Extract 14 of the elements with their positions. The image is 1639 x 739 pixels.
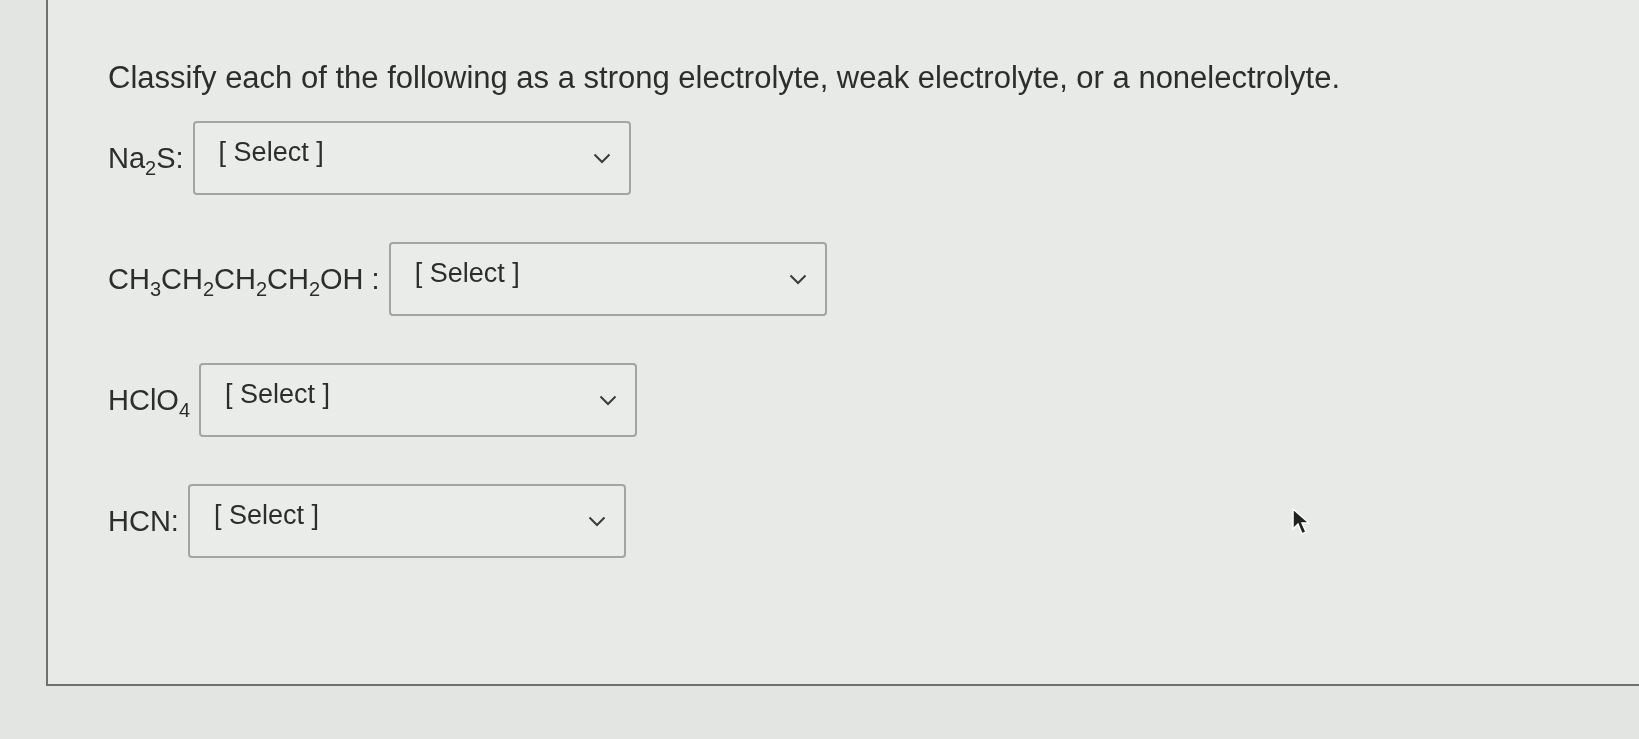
- formula-label: Na$_{2}$S:: [108, 141, 184, 176]
- question-prompt: Classify each of the following as a strong electrolyte, weak electrolyte, or a nonelectrolyte.: [108, 59, 1341, 97]
- select-dropdown[interactable]: [ Select ]: [388, 242, 827, 316]
- formula-label: HClO$_{4}$: [108, 383, 190, 418]
- select-dropdown[interactable]: [ Select ]: [199, 363, 637, 437]
- mouse-cursor-icon: [1292, 508, 1310, 536]
- formula-label: CH$_{3}$CH$_{2}$CH$_{2}$CH$_{2}$OH :: [108, 262, 380, 297]
- chevron-down-icon: [788, 273, 807, 285]
- formula-label: HCN:: [108, 504, 179, 539]
- chevron-down-icon: [592, 152, 611, 164]
- select-dropdown[interactable]: [ Select ]: [192, 121, 631, 195]
- chevron-down-icon: [587, 515, 606, 527]
- chevron-down-icon: [599, 394, 617, 406]
- select-dropdown[interactable]: [ Select ]: [187, 484, 626, 558]
